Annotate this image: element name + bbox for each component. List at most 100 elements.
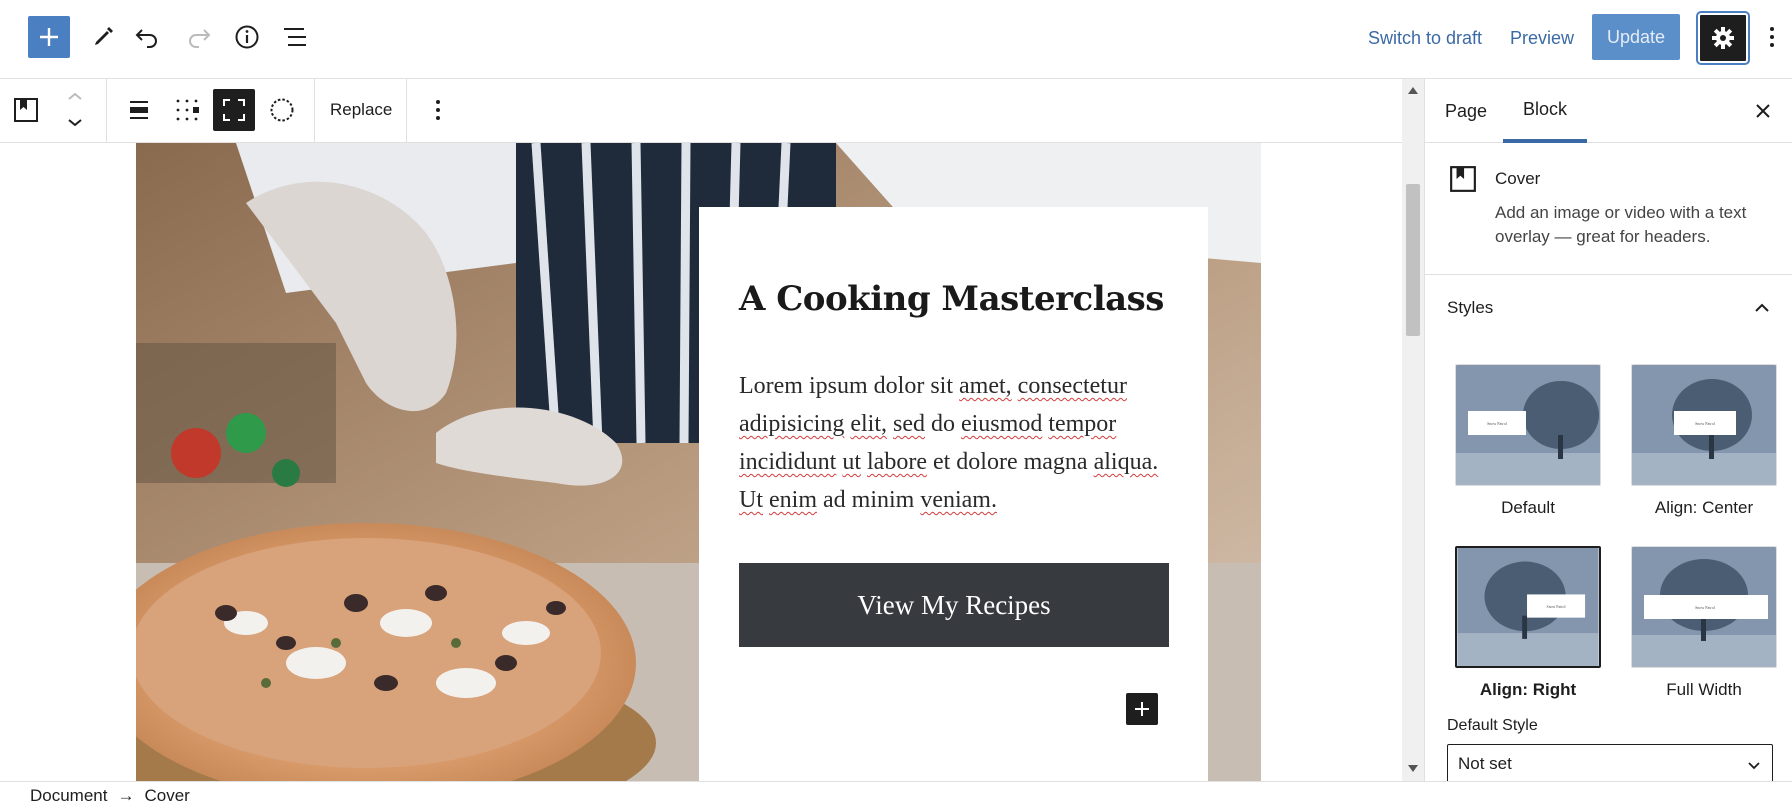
style-option-label: Full Width: [1666, 680, 1742, 699]
duotone-button[interactable]: [261, 89, 303, 131]
cover-paragraph[interactable]: Lorem ipsum dolor sit amet, consectetur …: [739, 367, 1159, 519]
style-preview-text: Snow Patrol: [1695, 605, 1716, 610]
style-option-label: Align: Right: [1479, 680, 1577, 699]
cover-heading[interactable]: A Cooking Masterclass: [739, 279, 1164, 319]
fullscreen-icon: [223, 99, 245, 121]
move-controls: [58, 89, 92, 131]
word: do: [930, 411, 955, 437]
word: magna: [1023, 449, 1088, 475]
word: minim: [851, 487, 915, 513]
settings-sidebar: Page Block Cover Add an image or video w…: [1424, 79, 1792, 784]
style-option-align-center[interactable]: Snow Patrol Align: Center: [1631, 364, 1777, 518]
breadcrumb: Document → Cover: [0, 781, 1792, 810]
add-block-button[interactable]: [28, 16, 70, 58]
style-preview-text: Snow Patrol: [1695, 421, 1716, 426]
duotone-icon: [270, 98, 294, 122]
move-up-down-icon[interactable]: [58, 89, 92, 131]
word: sed: [892, 411, 925, 437]
inline-add-block-button[interactable]: [1126, 693, 1158, 725]
style-option-label: Align: Center: [1654, 498, 1754, 517]
align-button[interactable]: [118, 89, 160, 131]
block-card: Cover Add an image or video with a text …: [1425, 143, 1792, 275]
word: labore: [867, 449, 927, 475]
more-vertical-icon: [1770, 27, 1774, 47]
pencil-icon: [95, 27, 113, 45]
style-preview-image: Snow Patrol: [1456, 365, 1600, 485]
breadcrumb-separator: →: [117, 786, 135, 805]
style-option-default[interactable]: Snow Patrol Default: [1455, 364, 1601, 518]
word: sit: [930, 373, 954, 399]
more-vertical-icon: [436, 100, 440, 120]
style-preview-image: Snow Patrol: [1632, 547, 1776, 667]
word: aliqua.: [1093, 449, 1159, 475]
word: incididunt: [739, 449, 837, 475]
style-preview-text: Snow Patrol: [1547, 605, 1566, 609]
settings-button[interactable]: [1698, 13, 1748, 63]
word: Lorem: [739, 373, 803, 399]
details-button[interactable]: [226, 16, 268, 58]
scroll-up-arrow-icon[interactable]: [1407, 85, 1419, 95]
style-option-full-width[interactable]: Snow Patrol Full Width: [1631, 546, 1777, 700]
plus-icon: [1135, 702, 1149, 716]
breadcrumb-item-document[interactable]: Document: [30, 786, 107, 806]
block-card-description: Add an image or video with a text overla…: [1495, 203, 1747, 246]
style-preview: Snow Patrol: [1455, 546, 1601, 668]
style-preview-text: Snow Patrol: [1487, 421, 1508, 426]
style-option-align-right[interactable]: Snow Patrol Align: Right: [1455, 546, 1601, 700]
scroll-down-arrow-icon[interactable]: [1407, 764, 1419, 774]
word: ipsum: [808, 373, 868, 399]
style-preview: Snow Patrol: [1455, 364, 1601, 486]
replace-button[interactable]: Replace: [318, 89, 404, 131]
tab-page[interactable]: Page: [1425, 79, 1507, 143]
tools-button[interactable]: [82, 16, 124, 58]
default-style-select[interactable]: Not set: [1447, 744, 1773, 784]
canvas-scrollbar[interactable]: [1402, 79, 1424, 781]
full-height-toggle[interactable]: [213, 89, 255, 131]
word: adipisicing: [739, 411, 845, 437]
block-options-button[interactable]: [417, 89, 459, 131]
view-recipes-button[interactable]: View My Recipes: [739, 563, 1169, 647]
cover-block-icon: [1450, 166, 1476, 192]
word: dolor: [873, 373, 925, 399]
info-icon: [235, 25, 259, 49]
list-view-button[interactable]: [274, 16, 316, 58]
style-preview-image: Snow Patrol: [1632, 365, 1776, 485]
switch-to-draft-link[interactable]: Switch to draft: [1368, 26, 1482, 50]
chevron-down-icon: [1748, 762, 1760, 770]
style-preview: Snow Patrol: [1631, 546, 1777, 668]
style-preview-image: Snow Patrol: [1457, 548, 1599, 666]
word: ad: [823, 487, 846, 513]
word: Ut: [739, 487, 763, 513]
content-position-button[interactable]: [166, 89, 208, 131]
breadcrumb-item-cover[interactable]: Cover: [144, 786, 189, 806]
default-style-value: Not set: [1458, 754, 1512, 773]
word: elit,: [850, 411, 887, 437]
preview-link[interactable]: Preview: [1510, 26, 1574, 50]
undo-button[interactable]: [126, 16, 168, 58]
position-grid-icon: [176, 99, 199, 121]
block-type-button[interactable]: [5, 89, 47, 131]
word: et: [932, 449, 951, 475]
update-button[interactable]: Update: [1592, 14, 1680, 60]
options-menu-button[interactable]: [1760, 16, 1784, 58]
close-icon: [1756, 104, 1770, 118]
cover-block[interactable]: A Cooking Masterclass Lorem ipsum dolor …: [136, 143, 1261, 781]
align-icon: [130, 101, 148, 119]
close-sidebar-button[interactable]: [1747, 95, 1779, 127]
scrollbar-thumb[interactable]: [1406, 184, 1420, 336]
plus-icon: [40, 28, 58, 46]
editor-top-bar: Switch to draft Preview Update: [0, 0, 1792, 79]
redo-button[interactable]: [178, 16, 220, 58]
gear-icon: [1712, 27, 1734, 49]
word: dolore: [956, 449, 1018, 475]
style-option-label: Default: [1501, 498, 1555, 517]
word: eiusmod: [960, 411, 1043, 437]
style-preview: Snow Patrol: [1631, 364, 1777, 486]
redo-icon: [189, 29, 211, 48]
editor-canvas: A Cooking Masterclass Lorem ipsum dolor …: [0, 143, 1402, 781]
list-view-icon: [284, 28, 306, 46]
cover-block-icon: [14, 98, 38, 122]
styles-panel-toggle[interactable]: Styles: [1425, 275, 1792, 341]
word: tempor: [1048, 411, 1117, 437]
tab-block[interactable]: Block: [1503, 79, 1588, 143]
